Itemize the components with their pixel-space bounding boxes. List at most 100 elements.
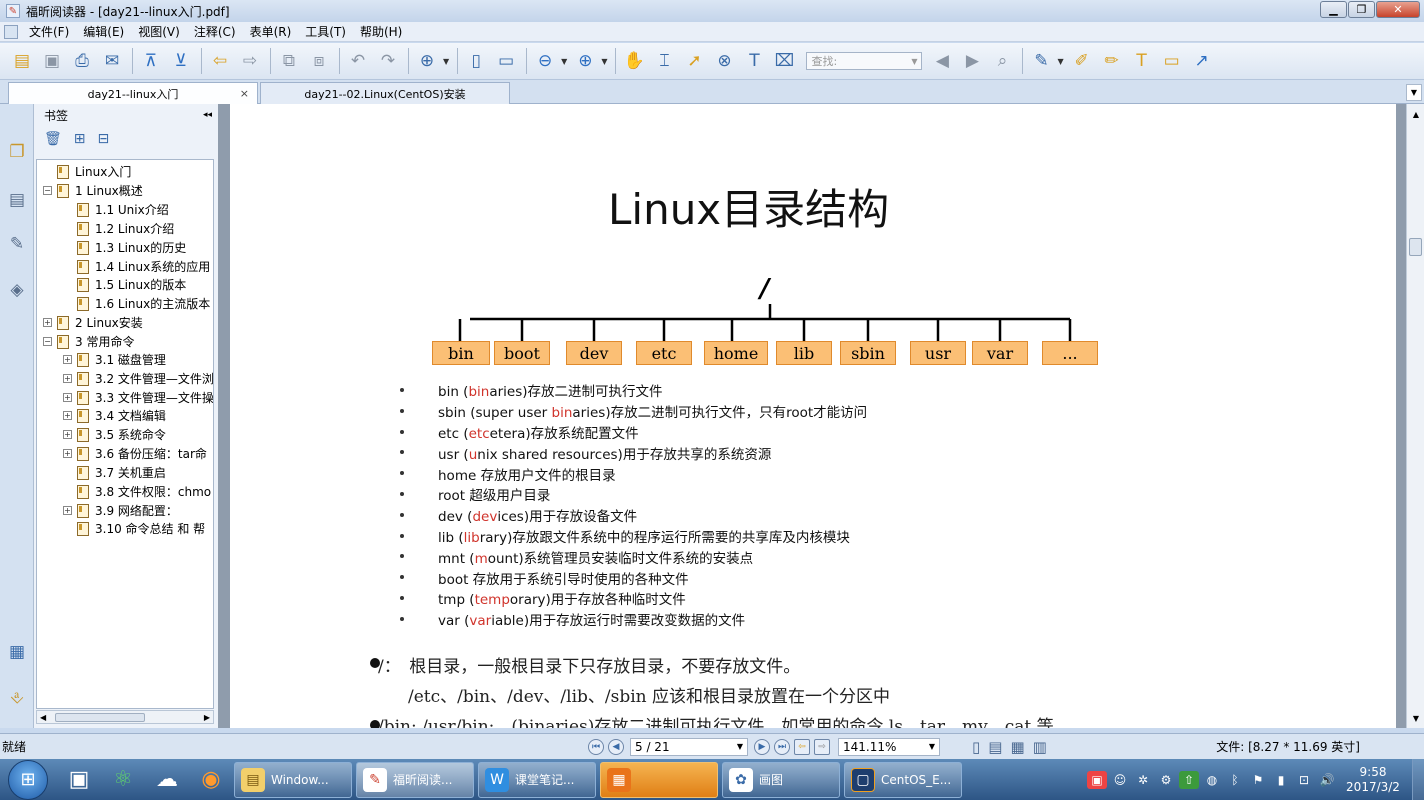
first-page-icon[interactable]: ⏮ — [588, 738, 604, 755]
bookmark-item[interactable]: 3.7 关机重启 — [63, 463, 166, 482]
facing-icon[interactable]: ▦ — [1010, 738, 1024, 756]
expand-toggle-icon[interactable]: + — [63, 374, 72, 383]
zoom-out-circle-icon[interactable]: ⊖ — [531, 47, 559, 75]
arrow-icon[interactable]: ↗ — [1188, 47, 1216, 75]
task-notes[interactable]: W 课堂笔记... — [478, 761, 596, 798]
note-icon[interactable]: ▭ — [1158, 47, 1186, 75]
last-page-icon[interactable]: ⏭ — [774, 738, 790, 755]
bookmark-item[interactable]: +3.9 网络配置： — [63, 501, 178, 520]
bookmark-panel-icon[interactable]: ❐ — [6, 140, 28, 164]
paperclip-icon[interactable]: ⎀ — [6, 686, 28, 710]
paste-icon[interactable]: ⧈ — [305, 47, 333, 75]
tray-app-icon[interactable]: ▣ — [1087, 770, 1107, 789]
search-box[interactable]: 查找: ▼ — [806, 52, 923, 70]
comments-panel-icon[interactable]: ✎ — [6, 232, 28, 256]
bookmark-options-icon[interactable]: ⊟ — [98, 131, 110, 147]
scroll-right-icon[interactable]: ▶ — [204, 713, 210, 722]
zoom-level-field[interactable]: 141.11% ▼ — [838, 737, 940, 756]
menu-edit[interactable]: 编辑(E) — [76, 23, 131, 40]
annotation-dropdown-icon[interactable]: ▼ — [1057, 57, 1063, 66]
collapse-panel-icon[interactable]: ◂◂ — [203, 110, 212, 120]
tab-list-dropdown-icon[interactable]: ▼ — [1406, 84, 1422, 101]
redo-icon[interactable]: ↷ — [374, 47, 402, 75]
save-icon[interactable]: ▣ — [38, 47, 66, 75]
typewriter-icon[interactable]: T — [740, 47, 768, 75]
task-explorer[interactable]: ▤ Window... — [234, 761, 352, 798]
clock[interactable]: 9:58 2017/3/2 — [1340, 765, 1406, 795]
tray-globe-icon[interactable]: ◍ — [1202, 771, 1222, 789]
task-orange-app[interactable]: ▦ — [600, 761, 718, 798]
tray-power-icon[interactable]: ▮ — [1271, 771, 1291, 789]
delete-bookmark-icon[interactable]: 🗑 — [44, 131, 62, 147]
bookmark-item[interactable]: − 3 常用命令 — [43, 332, 134, 351]
start-button[interactable]: ⊞ — [8, 759, 48, 800]
zoom-in-circle-icon[interactable]: ⊕ — [571, 47, 599, 75]
firefox-icon[interactable]: ◉ — [190, 762, 232, 798]
cloud-icon[interactable]: ☁ — [146, 762, 188, 798]
pencil-icon[interactable]: ✏ — [1098, 47, 1126, 75]
find-next-icon[interactable]: ▶ — [958, 47, 986, 75]
print-icon[interactable]: ⎙ — [68, 47, 96, 75]
tray-antivirus-icon[interactable]: ✲ — [1133, 771, 1153, 789]
bookmark-item[interactable]: 3.8 文件权限：chmo — [63, 482, 211, 501]
find-previous-icon[interactable]: ◀ — [928, 47, 956, 75]
scroll-left-icon[interactable]: ◀ — [40, 713, 46, 722]
task-paint[interactable]: ✿ 画图 — [722, 761, 840, 798]
task-foxit[interactable]: ✎ 福昕阅读... — [356, 761, 474, 798]
minimize-button[interactable]: ▁ — [1320, 1, 1347, 18]
open-folder-icon[interactable]: ▤ — [8, 47, 36, 75]
bookmark-item[interactable]: 1.5 Linux的版本 — [63, 275, 186, 294]
tray-volume-icon[interactable]: 🔊 — [1317, 771, 1337, 789]
scrollbar-thumb[interactable] — [1409, 238, 1422, 256]
bookmark-item[interactable]: +3.2 文件管理—文件浏 — [63, 369, 213, 388]
email-icon[interactable]: ✉ — [98, 47, 126, 75]
page-down-icon[interactable]: ⊻ — [167, 47, 195, 75]
textbox-icon[interactable]: T — [1128, 47, 1156, 75]
binoculars-icon[interactable]: ⊗ — [710, 47, 738, 75]
tray-user-icon[interactable]: ☺ — [1110, 771, 1130, 789]
tray-gear-icon[interactable]: ⚙ — [1156, 771, 1176, 789]
layers-panel-icon[interactable]: ◈ — [6, 278, 28, 302]
bookmark-item[interactable]: +2 Linux安装 — [43, 313, 143, 332]
expand-toggle-icon[interactable]: + — [63, 393, 72, 402]
zoom-in-icon[interactable]: ⊕ — [413, 47, 441, 75]
menu-comment[interactable]: 注释(C) — [187, 23, 243, 40]
back-view-icon[interactable]: ⇦ — [794, 738, 810, 755]
forward-view-icon[interactable]: ⇨ — [814, 738, 830, 755]
bookmark-item[interactable]: 1.1 Unix介绍 — [63, 200, 169, 219]
scrollbar-thumb[interactable] — [55, 713, 145, 722]
menu-form[interactable]: 表单(R) — [243, 23, 299, 40]
highlight-icon[interactable]: ✐ — [1068, 47, 1096, 75]
page-number-field[interactable]: 5 / 21 ▼ — [630, 737, 748, 756]
attachments-panel-icon[interactable]: ▦ — [6, 640, 28, 664]
document-menu-icon[interactable] — [4, 24, 18, 39]
search-icon[interactable]: ⌕ — [988, 47, 1016, 75]
tab-close-icon[interactable]: × — [240, 87, 249, 100]
expand-toggle-icon[interactable]: − — [43, 337, 52, 346]
next-page-icon[interactable]: ▶ — [754, 738, 770, 755]
expand-toggle-icon[interactable]: + — [63, 430, 72, 439]
bookmark-item[interactable]: +3.6 备份压缩：tar命 — [63, 444, 207, 463]
menu-view[interactable]: 视图(V) — [131, 23, 187, 40]
expand-toggle-icon[interactable]: + — [63, 355, 72, 364]
pdf-page[interactable]: Linux目录结构 / bin boot dev etc home lib sbin usr v… — [230, 104, 1396, 728]
continuous-facing-icon[interactable]: ▥ — [1033, 738, 1047, 756]
select-text-icon[interactable]: ⌶ — [650, 47, 678, 75]
expand-toggle-icon[interactable]: − — [43, 186, 52, 195]
bookmark-item[interactable]: 3.10 命令总结 和 帮 — [63, 519, 205, 538]
bookmark-item[interactable]: Linux入门 — [43, 162, 131, 181]
scroll-down-icon[interactable]: ▼ — [1407, 710, 1424, 726]
show-desktop-button[interactable] — [1412, 759, 1424, 800]
annotation-pen-icon[interactable]: ✎ — [1027, 47, 1055, 75]
tray-network-icon[interactable]: ⊡ — [1294, 771, 1314, 789]
continuous-icon[interactable]: ▤ — [988, 738, 1002, 756]
zoom-out-dropdown-icon[interactable]: ▼ — [561, 57, 567, 66]
expand-toggle-icon[interactable]: + — [63, 506, 72, 515]
fit-page-icon[interactable]: ▯ — [462, 47, 490, 75]
zoom-level-dropdown-icon[interactable]: ▼ — [929, 742, 935, 751]
copy-icon[interactable]: ⧉ — [275, 47, 303, 75]
expand-toggle-icon[interactable]: + — [63, 449, 72, 458]
bookmark-item[interactable]: 1.4 Linux系统的应用 — [63, 257, 210, 276]
menu-file[interactable]: 文件(F) — [22, 23, 76, 40]
bookmark-item[interactable]: +3.4 文档编辑 — [63, 406, 166, 425]
